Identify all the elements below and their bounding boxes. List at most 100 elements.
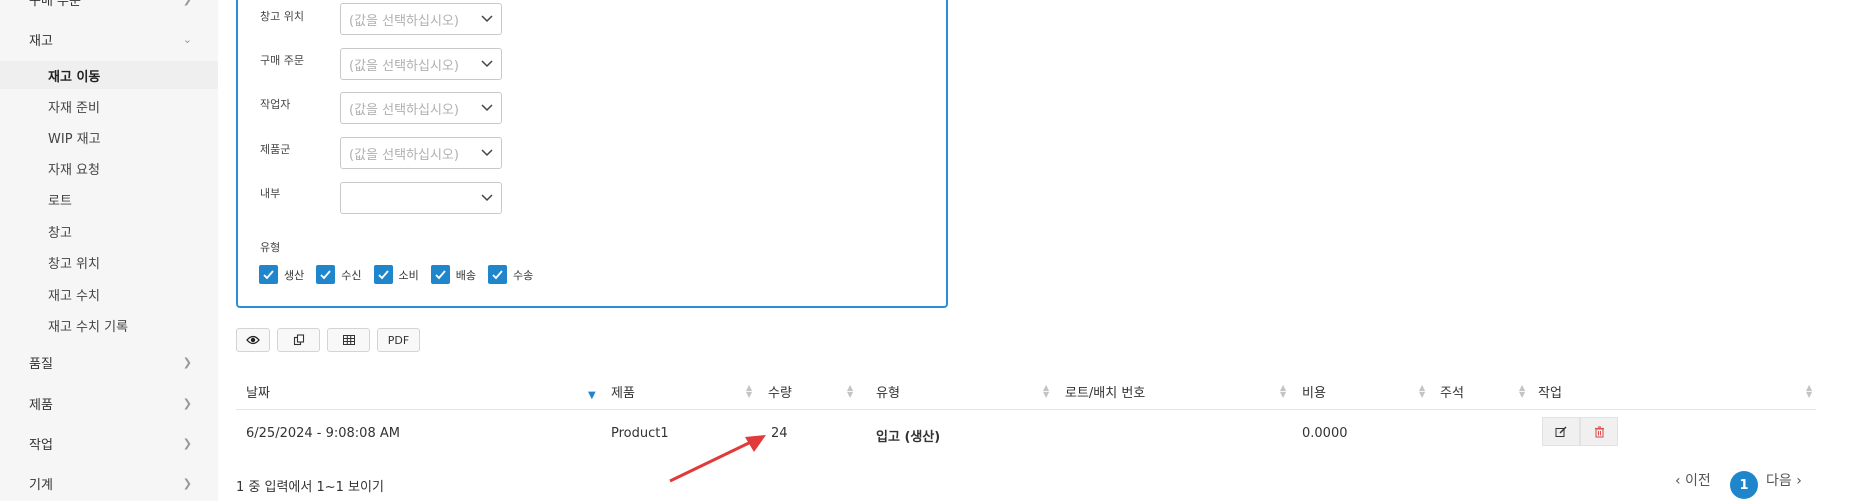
filter-label-warehouse-location: 창고 위치 <box>260 10 304 23</box>
select-placeholder: (값을 선택하십시오) <box>349 13 459 29</box>
sidebar-subitem-lot[interactable]: 로트 <box>0 187 218 211</box>
sidebar-item-purchase-orders[interactable]: 구매 주문 ❯ <box>0 0 218 10</box>
sidebar-subitem-label: 창고 위치 <box>48 256 100 272</box>
sort-icon[interactable]: ▲ ▼ <box>1519 384 1525 399</box>
chevron-right-icon: ❯ <box>182 436 192 450</box>
product-group-select[interactable]: (값을 선택하십시오) <box>340 137 502 169</box>
sort-icon[interactable]: ▲ ▼ <box>746 384 752 399</box>
sidebar-item-product[interactable]: 제품 ❯ <box>0 389 218 417</box>
chevron-right-icon: ❯ <box>182 355 192 369</box>
column-header-quantity[interactable]: 수량 <box>768 382 792 401</box>
page-1-button[interactable]: 1 <box>1730 471 1758 499</box>
checkbox-label: 배송 <box>455 268 476 282</box>
chevron-right-icon: ❯ <box>182 396 192 410</box>
table-info: 1 중 입력에서 1~1 보이기 <box>236 480 384 495</box>
cell-cost: 0.0000 <box>1302 426 1348 441</box>
copy-button[interactable] <box>277 328 320 352</box>
type-checkbox-transport[interactable]: 수송 <box>488 265 533 284</box>
copy-icon <box>293 334 304 346</box>
filter-label-internal: 내부 <box>260 187 281 200</box>
column-header-note[interactable]: 주석 <box>1440 382 1464 401</box>
sidebar-subitem-label: 재고 수치 <box>48 288 100 304</box>
sort-icon[interactable]: ▲ ▼ <box>1280 384 1286 399</box>
sidebar-item-machine[interactable]: 기계 ❯ <box>0 469 218 497</box>
purchase-order-select[interactable]: (값을 선택하십시오) <box>340 48 502 80</box>
sidebar-subitem-label: 재고 이동 <box>48 69 101 85</box>
sidebar-item-inventory[interactable]: 재고 ⌄ <box>0 27 218 51</box>
pdf-export-button[interactable]: PDF <box>377 328 420 352</box>
sidebar-subitem-material-prep[interactable]: 자재 준비 <box>0 94 218 118</box>
chevron-down-icon <box>481 194 493 202</box>
checkmark-icon[interactable] <box>488 265 507 284</box>
sidebar-subitem-label: 자재 요청 <box>48 162 100 178</box>
sidebar-item-label: 제품 <box>29 397 53 413</box>
chevron-right-icon: ❯ <box>183 0 192 6</box>
sidebar-item-label: 품질 <box>29 356 53 372</box>
chevron-down-icon: ⌄ <box>182 32 192 46</box>
sidebar-subitem-warehouse[interactable]: 창고 <box>0 219 218 243</box>
warehouse-location-select[interactable]: (값을 선택하십시오) <box>340 3 502 35</box>
sort-desc-active-icon[interactable]: ▼ <box>588 390 596 401</box>
sidebar-item-label: 재고 <box>29 33 53 49</box>
type-checkbox-consumption[interactable]: 소비 <box>373 265 419 284</box>
column-header-date[interactable]: 날짜 <box>246 382 270 401</box>
type-checkbox-production[interactable]: 생산 <box>259 265 304 284</box>
type-checkbox-shipping[interactable]: 배송 <box>430 265 476 284</box>
internal-select[interactable] <box>340 182 502 214</box>
filter-label-operator: 작업자 <box>260 98 291 111</box>
table-header: 날짜 ▼ 제품 ▲ ▼ 수량 ▲ ▼ 유형 ▲ ▼ 로트/배치 번호 ▲ ▼ 비용 ▲ ▼… <box>236 376 1816 410</box>
sidebar-subitem-material-request[interactable]: 자재 요청 <box>0 156 218 180</box>
type-checkbox-receiving[interactable]: 수신 <box>316 265 362 284</box>
next-page-button[interactable]: 다음 › <box>1766 470 1802 490</box>
delete-button[interactable] <box>1580 417 1618 446</box>
checkbox-label: 수송 <box>513 268 534 282</box>
excel-export-button[interactable] <box>327 328 370 352</box>
sidebar-subitem-label: 자재 준비 <box>48 100 100 116</box>
chevron-down-icon <box>481 15 493 23</box>
chevron-down-icon <box>481 104 493 112</box>
export-toolbar: PDF <box>236 328 420 352</box>
sidebar-subitem-warehouse-location[interactable]: 창고 위치 <box>0 250 218 274</box>
eye-icon <box>246 335 260 345</box>
chevron-down-icon <box>481 149 493 157</box>
column-header-product[interactable]: 제품 <box>611 382 635 401</box>
filter-label-purchase-order: 구매 주문 <box>260 54 304 67</box>
sidebar-subitem-stock-count[interactable]: 재고 수치 <box>0 282 218 306</box>
filter-label-product-group: 제품군 <box>260 143 291 156</box>
operator-select[interactable]: (값을 선택하십시오) <box>340 92 502 124</box>
cell-date: 6/25/2024 - 9:08:08 AM <box>246 426 400 441</box>
select-placeholder: (값을 선택하십시오) <box>349 102 459 118</box>
select-placeholder: (값을 선택하십시오) <box>349 147 459 163</box>
sidebar-subitem-wip-inventory[interactable]: WIP 재고 <box>0 125 218 149</box>
sidebar-subitem-label: 로트 <box>48 193 72 209</box>
sidebar-subitem-stock-count-history[interactable]: 재고 수치 기록 <box>0 313 218 337</box>
column-header-type[interactable]: 유형 <box>876 382 900 401</box>
prev-page-button[interactable]: ‹ 이전 <box>1675 470 1711 490</box>
sort-icon[interactable]: ▲ ▼ <box>1806 384 1812 399</box>
column-header-cost[interactable]: 비용 <box>1302 382 1326 401</box>
sidebar-item-label: 기계 <box>29 477 53 493</box>
sidebar-item-label: 작업 <box>29 437 53 453</box>
cell-type: 입고 (생산) <box>876 430 941 445</box>
sidebar-subitem-stock-movement[interactable]: 재고 이동 <box>0 61 218 89</box>
column-header-lot[interactable]: 로트/배치 번호 <box>1065 382 1145 401</box>
sort-icon[interactable]: ▲ ▼ <box>847 384 853 399</box>
checkbox-label: 소비 <box>398 268 419 282</box>
sort-icon[interactable]: ▲ ▼ <box>1419 384 1425 399</box>
select-placeholder: (값을 선택하십시오) <box>349 58 459 74</box>
sidebar-item-quality[interactable]: 품질 ❯ <box>0 348 218 376</box>
column-visibility-button[interactable] <box>236 328 270 352</box>
checkmark-icon[interactable] <box>373 265 393 284</box>
sidebar-subitem-label: 창고 <box>48 225 72 241</box>
checkmark-icon[interactable] <box>316 265 336 284</box>
table-row: 6/25/2024 - 9:08:08 AM Product1 24 입고 (생… <box>236 411 1816 457</box>
column-header-actions[interactable]: 작업 <box>1538 382 1562 401</box>
sort-icon[interactable]: ▲ ▼ <box>1043 384 1049 399</box>
checkmark-icon[interactable] <box>430 265 450 284</box>
sidebar-subitem-label: WIP 재고 <box>48 131 101 147</box>
edit-button[interactable] <box>1542 417 1580 446</box>
checkbox-label: 수신 <box>341 268 362 282</box>
sidebar-item-work[interactable]: 작업 ❯ <box>0 429 218 457</box>
chevron-right-icon: ❯ <box>182 476 192 490</box>
checkmark-icon[interactable] <box>259 265 278 284</box>
